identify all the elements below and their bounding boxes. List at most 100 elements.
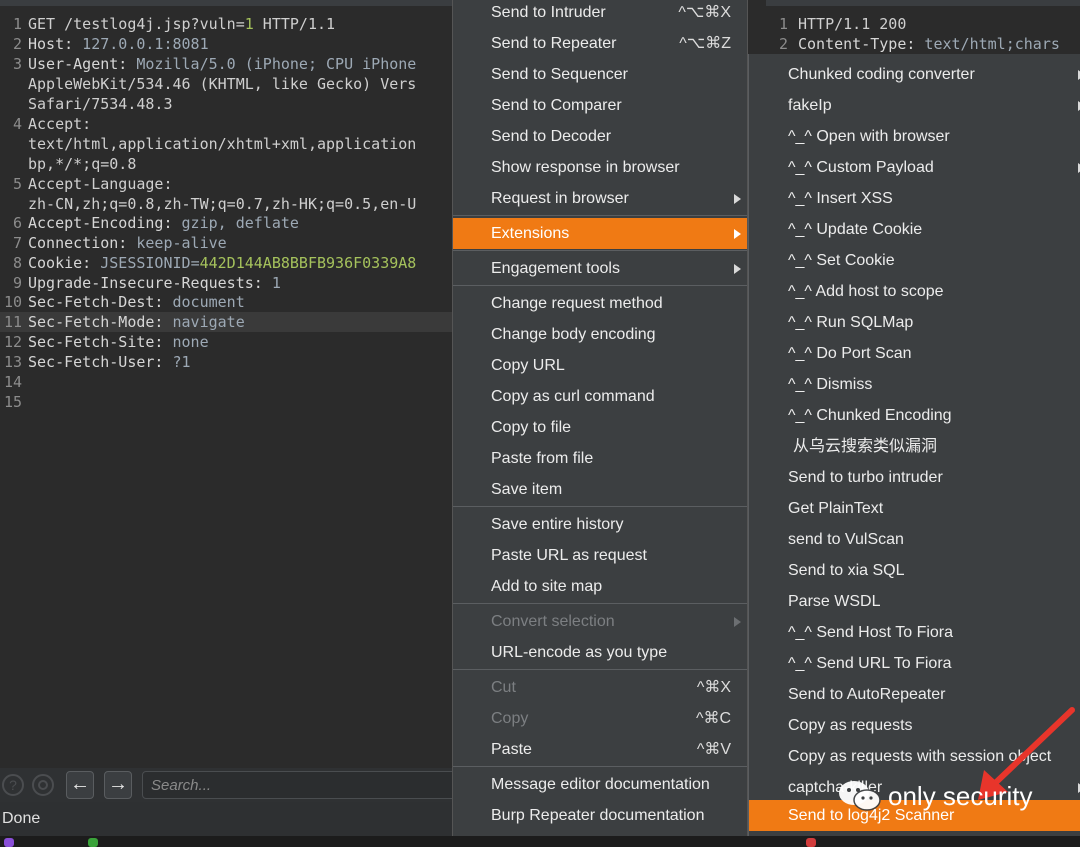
forward-arrow-icon[interactable]: → bbox=[104, 771, 132, 799]
menu-item-label: Message editor documentation bbox=[491, 776, 710, 793]
menu-url-encode-as-you-type[interactable]: URL-encode as you type bbox=[453, 637, 747, 668]
editor-top-strip bbox=[0, 0, 470, 6]
watermark-text: only security bbox=[888, 781, 1033, 811]
menu-item-label: Paste URL as request bbox=[491, 547, 647, 564]
line-number: 4 bbox=[12, 115, 22, 133]
menu-copy: Copy ^⌘C bbox=[453, 703, 747, 734]
submenu-item-label: ^_^ Set Cookie bbox=[788, 252, 895, 269]
line-number: 6 bbox=[12, 214, 22, 232]
ext-send-url-to-fiora[interactable]: ^_^ Send URL To Fiora bbox=[749, 648, 1080, 679]
menu-message-editor-docs[interactable]: Message editor documentation bbox=[453, 769, 747, 800]
menu-send-to-sequencer[interactable]: Send to Sequencer bbox=[453, 59, 747, 90]
ext-custom-payload[interactable]: ^_^ Custom Payload bbox=[749, 152, 1080, 183]
menu-burp-repeater-docs[interactable]: Burp Repeater documentation bbox=[453, 800, 747, 831]
menu-copy-as-curl[interactable]: Copy as curl command bbox=[453, 381, 747, 412]
menu-item-label: Paste bbox=[491, 741, 532, 758]
line-number: 5 bbox=[12, 175, 22, 193]
menu-change-request-method[interactable]: Change request method bbox=[453, 288, 747, 319]
menu-paste-from-file[interactable]: Paste from file bbox=[453, 443, 747, 474]
header-value-wrap: Safari/7534.48.3 bbox=[28, 95, 173, 113]
header-sec-fetch-dest[interactable]: Sec-Fetch-Dest: document bbox=[28, 292, 245, 312]
menu-change-body-encoding[interactable]: Change body encoding bbox=[453, 319, 747, 350]
ext-do-port-scan[interactable]: ^_^ Do Port Scan bbox=[749, 338, 1080, 369]
app-dock-icon[interactable] bbox=[88, 838, 98, 847]
menu-copy-url[interactable]: Copy URL bbox=[453, 350, 747, 381]
header-value: ?1 bbox=[163, 353, 191, 371]
line-number: 11 bbox=[3, 313, 22, 331]
ext-send-host-to-fiora[interactable]: ^_^ Send Host To Fiora bbox=[749, 617, 1080, 648]
header-key: Content-Type: bbox=[798, 35, 916, 53]
ext-set-cookie[interactable]: ^_^ Set Cookie bbox=[749, 245, 1080, 276]
menu-separator bbox=[453, 250, 747, 251]
header-user-agent[interactable]: User-Agent: Mozilla/5.0 (iPhone; CPU iPh… bbox=[28, 54, 416, 74]
ext-get-plaintext[interactable]: Get PlainText bbox=[749, 493, 1080, 524]
header-sec-fetch-user[interactable]: Sec-Fetch-User: ?1 bbox=[28, 352, 191, 372]
header-accept-encoding[interactable]: Accept-Encoding: gzip, deflate bbox=[28, 213, 299, 233]
http-version: HTTP/1.1 bbox=[253, 15, 336, 33]
ext-chunked-encoding[interactable]: ^_^ Chunked Encoding bbox=[749, 400, 1080, 431]
menu-item-label: Save item bbox=[491, 481, 563, 498]
menu-extensions[interactable]: Extensions bbox=[453, 218, 747, 249]
header-accept-language-key[interactable]: Accept-Language: bbox=[28, 174, 173, 194]
back-arrow-icon[interactable]: ← bbox=[66, 771, 94, 799]
header-connection[interactable]: Connection: keep-alive bbox=[28, 233, 227, 253]
submenu-item-label: Copy as requests bbox=[788, 717, 913, 734]
ext-chunked-coding-converter[interactable]: Chunked coding converter bbox=[749, 59, 1080, 90]
line-number: 14 bbox=[3, 373, 22, 391]
menu-item-label: Convert selection bbox=[491, 613, 615, 630]
status-text: Done bbox=[2, 810, 41, 827]
header-upgrade-insecure[interactable]: Upgrade-Insecure-Requests: 1 bbox=[28, 273, 281, 293]
header-cookie[interactable]: Cookie: JSESSIONID=442D144AB8BBFB936F033… bbox=[28, 253, 416, 273]
menu-send-to-comparer[interactable]: Send to Comparer bbox=[453, 90, 747, 121]
menu-show-response-in-browser[interactable]: Show response in browser bbox=[453, 152, 747, 183]
menu-send-to-intruder[interactable]: Send to Intruder ^⌥⌘X bbox=[453, 0, 747, 28]
ext-dismiss[interactable]: ^_^ Dismiss bbox=[749, 369, 1080, 400]
menu-item-label: Burp Repeater documentation bbox=[491, 807, 705, 824]
header-host[interactable]: Host: 127.0.0.1:8081 bbox=[28, 34, 209, 54]
ext-parse-wsdl[interactable]: Parse WSDL bbox=[749, 586, 1080, 617]
menu-save-item[interactable]: Save item bbox=[453, 474, 747, 505]
help-icon[interactable]: ? bbox=[2, 774, 24, 796]
ext-send-to-vulscan[interactable]: send to VulScan bbox=[749, 524, 1080, 555]
header-key: Sec-Fetch-Dest: bbox=[28, 293, 164, 311]
ext-send-to-turbo-intruder[interactable]: Send to turbo intruder bbox=[749, 462, 1080, 493]
menu-item-label: Save entire history bbox=[491, 516, 624, 533]
request-line[interactable]: GET /testlog4j.jsp?vuln=1 HTTP/1.1 bbox=[28, 14, 335, 34]
menu-send-to-repeater[interactable]: Send to Repeater ^⌥⌘Z bbox=[453, 28, 747, 59]
submenu-item-label: send to VulScan bbox=[788, 531, 904, 548]
ext-update-cookie[interactable]: ^_^ Update Cookie bbox=[749, 214, 1080, 245]
ext-wooyun-search[interactable]: 从乌云搜索类似漏洞 bbox=[749, 431, 1080, 462]
ext-insert-xss[interactable]: ^_^ Insert XSS bbox=[749, 183, 1080, 214]
gear-icon[interactable] bbox=[32, 774, 54, 796]
header-sec-fetch-mode[interactable]: Sec-Fetch-Mode: navigate bbox=[28, 312, 245, 332]
menu-send-to-decoder[interactable]: Send to Decoder bbox=[453, 121, 747, 152]
menu-item-label: Show response in browser bbox=[491, 159, 680, 176]
app-dock-icon[interactable] bbox=[4, 838, 14, 847]
menu-paste-url-as-request[interactable]: Paste URL as request bbox=[453, 540, 747, 571]
menu-copy-to-file[interactable]: Copy to file bbox=[453, 412, 747, 443]
ext-add-host-to-scope[interactable]: ^_^ Add host to scope bbox=[749, 276, 1080, 307]
ext-send-to-xia-sql[interactable]: Send to xia SQL bbox=[749, 555, 1080, 586]
header-value: keep-alive bbox=[127, 234, 227, 252]
app-dock-icon[interactable] bbox=[806, 838, 816, 847]
menu-item-label: Change body encoding bbox=[491, 326, 656, 343]
header-value: gzip, deflate bbox=[172, 214, 299, 232]
header-accept-key[interactable]: Accept: bbox=[28, 114, 91, 134]
menu-paste[interactable]: Paste ^⌘V bbox=[453, 734, 747, 765]
header-value-wrap: text/html,application/xhtml+xml,applicat… bbox=[28, 135, 417, 153]
line-number: 12 bbox=[3, 333, 22, 351]
menu-add-to-site-map[interactable]: Add to site map bbox=[453, 571, 747, 602]
menu-item-label: Copy bbox=[491, 710, 529, 727]
menu-request-in-browser[interactable]: Request in browser bbox=[453, 183, 747, 214]
menu-item-label: Send to Sequencer bbox=[491, 66, 628, 83]
submenu-arrow-icon bbox=[734, 194, 741, 204]
request-editor[interactable]: 1 2 3 4 5 6 7 8 9 10 11 12 13 14 15 GET … bbox=[0, 0, 470, 768]
ext-run-sqlmap[interactable]: ^_^ Run SQLMap bbox=[749, 307, 1080, 338]
header-sec-fetch-site[interactable]: Sec-Fetch-Site: none bbox=[28, 332, 209, 352]
menu-item-label: Engagement tools bbox=[491, 260, 620, 277]
search-input[interactable]: Search... bbox=[142, 771, 472, 799]
ext-open-with-browser[interactable]: ^_^ Open with browser bbox=[749, 121, 1080, 152]
menu-save-entire-history[interactable]: Save entire history bbox=[453, 509, 747, 540]
ext-fakeip[interactable]: fakeIp bbox=[749, 90, 1080, 121]
menu-engagement-tools[interactable]: Engagement tools bbox=[453, 253, 747, 284]
